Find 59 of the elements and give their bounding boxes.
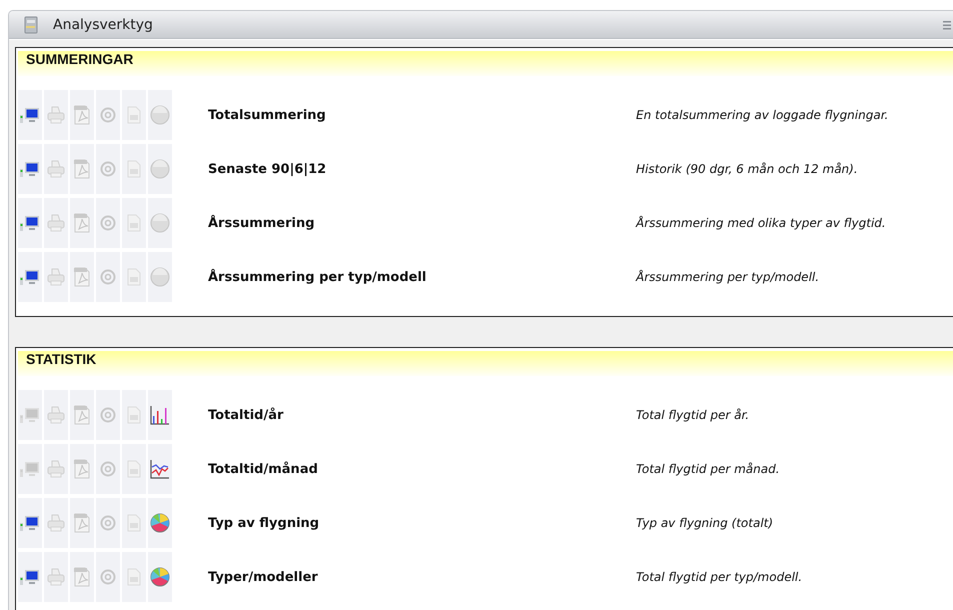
disc-icon[interactable]: [150, 267, 170, 287]
document-icon[interactable]: [127, 106, 141, 124]
monitor-icon[interactable]: [20, 568, 40, 586]
pdf-icon[interactable]: [73, 405, 91, 425]
pdf-icon[interactable]: [73, 267, 91, 287]
disc-icon[interactable]: [150, 105, 170, 125]
pie-chart-icon[interactable]: [150, 567, 170, 587]
document-icon[interactable]: [127, 214, 141, 232]
menu-icon[interactable]: [943, 20, 951, 30]
printer-icon[interactable]: [47, 406, 65, 424]
printer-icon[interactable]: [47, 106, 65, 124]
monitor-icon[interactable]: [20, 268, 40, 286]
section-header: SUMMERINGAR: [18, 51, 953, 76]
report-name-link[interactable]: Totalsummering: [208, 108, 636, 122]
printer-icon[interactable]: [47, 568, 65, 586]
disc-icon[interactable]: [150, 213, 170, 233]
printer-icon[interactable]: [47, 268, 65, 286]
document-icon[interactable]: [127, 160, 141, 178]
document-icon[interactable]: [127, 406, 141, 424]
report-description: Total flygtid per år.: [636, 408, 750, 422]
report-description: Årssummering med olika typer av flygtid.: [636, 216, 886, 230]
report-description: En totalsummering av loggade flygningar.: [636, 108, 888, 122]
report-description: Total flygtid per typ/modell.: [636, 570, 802, 584]
monitor-icon[interactable]: [20, 214, 40, 232]
document-icon[interactable]: [127, 268, 141, 286]
pdf-icon[interactable]: [73, 213, 91, 233]
line-chart-icon[interactable]: [150, 459, 170, 479]
app-icon: [23, 16, 39, 34]
pdf-icon[interactable]: [73, 459, 91, 479]
report-name-link[interactable]: Totaltid/månad: [208, 462, 636, 476]
report-description: Total flygtid per månad.: [636, 462, 780, 476]
bar-chart-icon[interactable]: [150, 405, 170, 425]
document-icon[interactable]: [127, 460, 141, 478]
pdf-icon[interactable]: [73, 567, 91, 587]
report-description: Historik (90 dgr, 6 mån och 12 mån).: [636, 162, 858, 176]
report-name-link[interactable]: Typ av flygning: [208, 516, 636, 530]
report-name-link[interactable]: Årssummering: [208, 216, 636, 230]
monitor-icon[interactable]: [20, 160, 40, 178]
pdf-icon[interactable]: [73, 159, 91, 179]
monitor-icon[interactable]: [20, 514, 40, 532]
report-name-link[interactable]: Årssummering per typ/modell: [208, 270, 636, 284]
document-icon[interactable]: [127, 568, 141, 586]
report-name-link[interactable]: Typer/modeller: [208, 570, 636, 584]
pie-chart-icon[interactable]: [150, 513, 170, 533]
monitor-icon[interactable]: [20, 106, 40, 124]
document-icon[interactable]: [127, 514, 141, 532]
window-title: Analysverktyg: [53, 16, 154, 32]
printer-icon[interactable]: [47, 514, 65, 532]
printer-icon[interactable]: [47, 214, 65, 232]
report-name-link[interactable]: Senaste 90|6|12: [208, 162, 636, 176]
report-name-link[interactable]: Totaltid/år: [208, 408, 636, 422]
printer-icon[interactable]: [47, 160, 65, 178]
pdf-icon[interactable]: [73, 105, 91, 125]
section-header: STATISTIK: [18, 351, 953, 376]
disc-icon[interactable]: [150, 159, 170, 179]
report-description: Årssummering per typ/modell.: [636, 270, 820, 284]
pdf-icon[interactable]: [73, 513, 91, 533]
report-description: Typ av flygning (totalt): [636, 516, 774, 530]
printer-icon[interactable]: [47, 460, 65, 478]
